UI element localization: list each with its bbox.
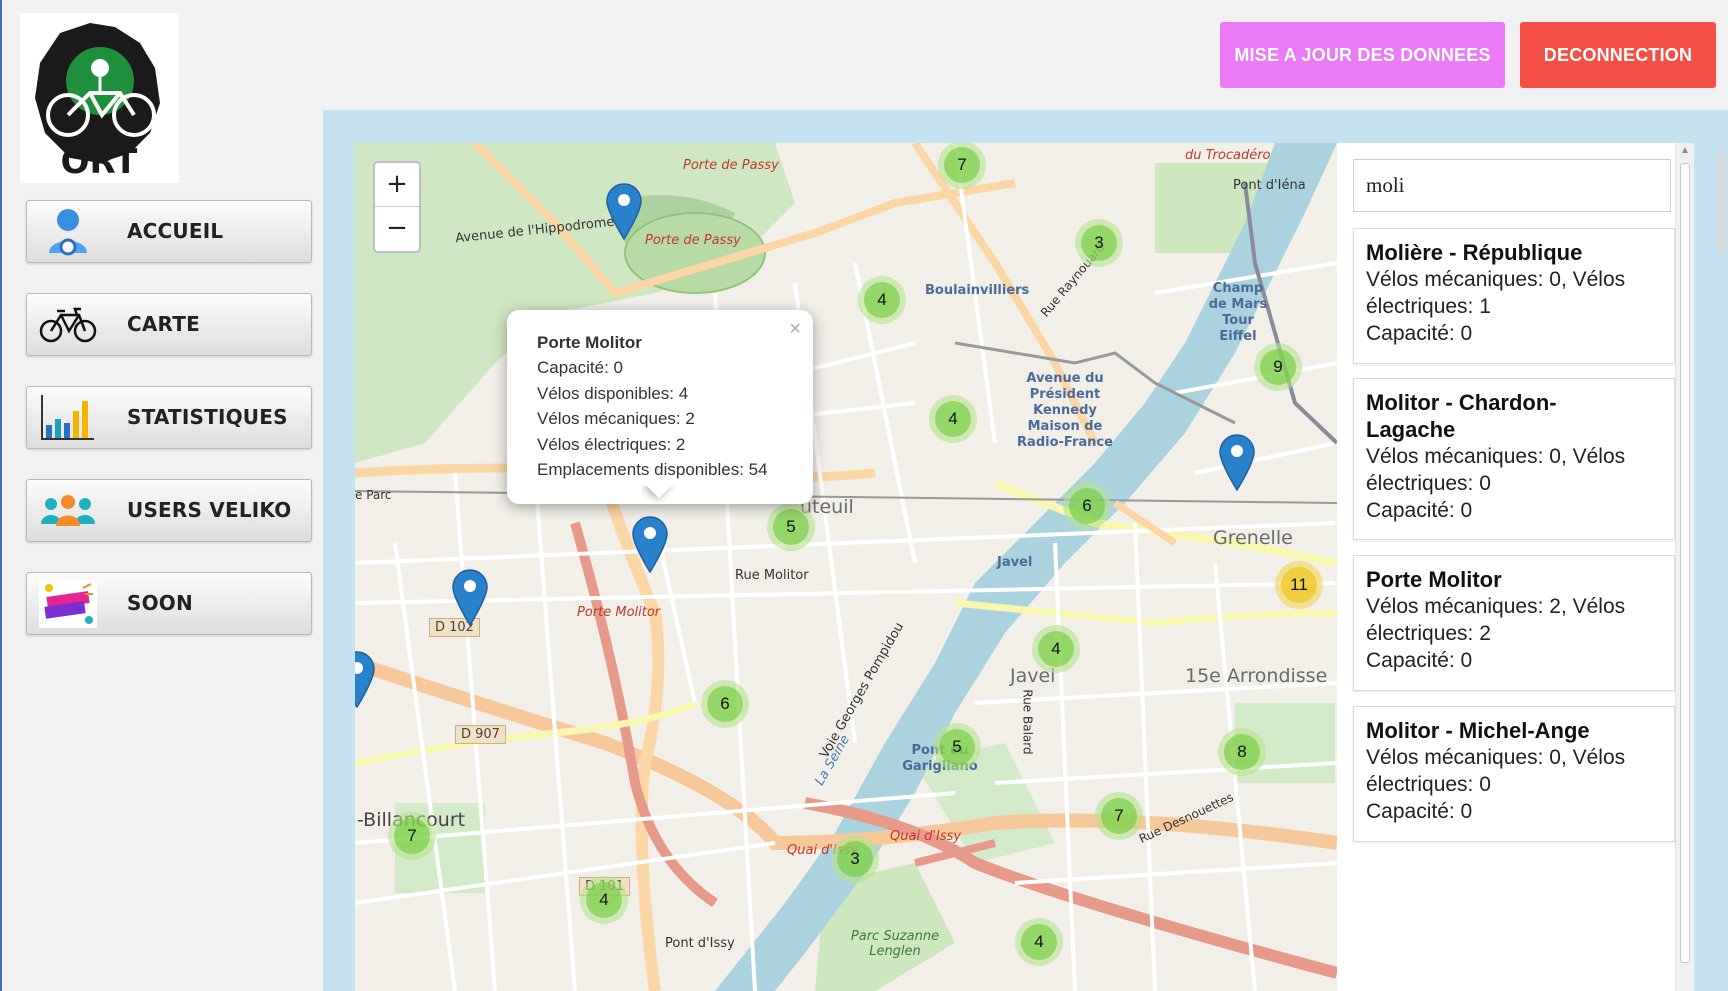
map-label: Avenue du Président Kennedy Maison de Ra… — [1017, 371, 1113, 450]
results-scrollbar[interactable]: ▲ — [1675, 143, 1694, 991]
map-cluster[interactable]: 3 — [1075, 219, 1123, 267]
map-label: e Parc — [355, 488, 392, 502]
map[interactable]: + − Porte de Passy Porte de Passy Avenue… — [355, 143, 1337, 991]
search-result-item[interactable]: Porte Molitor Vélos mécaniques: 2, Vélos… — [1353, 555, 1675, 691]
station-marker-selected[interactable] — [631, 515, 669, 573]
bar-chart-icon — [39, 393, 97, 443]
station-marker[interactable] — [355, 650, 376, 708]
map-label: Javel — [997, 555, 1033, 570]
nav-label: CARTE — [127, 312, 200, 336]
map-cluster[interactable]: 5 — [933, 723, 981, 771]
map-cluster[interactable]: 4 — [858, 276, 906, 324]
map-label: Rue Balard — [1020, 689, 1035, 755]
nav-statistiques-button[interactable]: STATISTIQUES — [26, 386, 312, 449]
ort-logo: ORT — [20, 13, 179, 183]
map-label: Parc Suzanne Lenglen — [850, 929, 940, 959]
zoom-out-button[interactable]: − — [375, 207, 419, 251]
nav-label: SOON — [127, 591, 193, 615]
popup-line: Emplacements disponibles: 54 — [537, 460, 768, 479]
search-result-item[interactable]: Molière - République Vélos mécaniques: 0… — [1353, 228, 1675, 364]
map-cluster[interactable]: 7 — [1095, 792, 1143, 840]
map-label: Quai d'Issy — [890, 829, 962, 844]
coming-soon-icon — [39, 579, 97, 629]
nav-label: USERS VELIKO — [127, 498, 292, 522]
logout-button[interactable]: DECONNECTION — [1520, 22, 1716, 88]
bicycle-icon — [39, 300, 97, 350]
popup-line: Vélos mécaniques: 2 — [537, 409, 695, 428]
map-cluster[interactable]: 3 — [831, 835, 879, 883]
search-result-item[interactable]: Molitor - Chardon- Lagache Vélos mécaniq… — [1353, 378, 1675, 540]
nav-label: ACCUEIL — [127, 219, 224, 243]
station-popup: × Porte Molitor Capacité: 0 Vélos dispon… — [507, 310, 813, 504]
map-cluster[interactable]: 8 — [1218, 728, 1266, 776]
map-label: Boulainvilliers — [925, 283, 1030, 298]
result-title: Porte Molitor — [1366, 567, 1502, 592]
popup-tip — [642, 486, 676, 520]
result-line: électriques: 2 — [1366, 622, 1491, 645]
map-cluster[interactable]: 4 — [1015, 918, 1063, 966]
map-cluster[interactable]: 4 — [1032, 625, 1080, 673]
result-line: Vélos mécaniques: 2, Vélos — [1366, 595, 1626, 618]
popup-line: Vélos disponibles: 4 — [537, 383, 689, 403]
result-title: Lagache — [1366, 417, 1456, 442]
nav-label: STATISTIQUES — [127, 405, 288, 429]
map-label: du Trocadéro — [1185, 148, 1271, 163]
zoom-control: + − — [373, 161, 421, 253]
map-cluster[interactable]: 7 — [388, 812, 436, 860]
result-title: Molitor - Chardon- — [1366, 390, 1557, 415]
map-label: Grenelle — [1213, 527, 1293, 549]
scrollbar-thumb[interactable] — [1680, 163, 1690, 963]
result-title: Molitor - Michel-Ange — [1366, 718, 1590, 743]
result-line: Vélos mécaniques: 0, Vélos — [1366, 746, 1626, 769]
search-panel: Molière - République Vélos mécaniques: 0… — [1337, 143, 1675, 991]
popup-line: Vélos électriques: 2 — [537, 434, 686, 454]
popup-line: Capacité: 0 — [537, 358, 623, 377]
map-cluster[interactable]: 6 — [701, 680, 749, 728]
map-cluster[interactable]: 11 — [1275, 561, 1323, 609]
scroll-up-icon[interactable]: ▲ — [1680, 145, 1690, 156]
zoom-in-button[interactable]: + — [375, 163, 419, 207]
road-shield: D 907 — [455, 725, 506, 744]
map-cluster[interactable]: 5 — [767, 503, 815, 551]
station-marker[interactable] — [451, 568, 489, 626]
users-group-icon — [39, 486, 97, 536]
svg-text:ORT: ORT — [61, 142, 139, 182]
nav-carte-button[interactable]: CARTE — [26, 293, 312, 356]
result-line: Capacité: 0 — [1366, 800, 1473, 823]
map-cluster[interactable]: 7 — [938, 143, 986, 189]
map-cluster[interactable]: 4 — [929, 395, 977, 443]
result-line: Capacité: 0 — [1366, 322, 1473, 345]
map-label: Porte Molitor — [577, 605, 661, 620]
map-label: Rue Molitor — [735, 568, 809, 583]
nav-soon-button[interactable]: SOON — [26, 572, 312, 635]
result-line: Capacité: 0 — [1366, 649, 1473, 672]
station-marker[interactable] — [605, 182, 643, 240]
search-input[interactable] — [1353, 159, 1671, 212]
map-label: 15e Arrondisse — [1185, 665, 1328, 687]
search-result-item[interactable]: Molitor - Michel-Ange Vélos mécaniques: … — [1353, 706, 1675, 842]
popup-close-button[interactable]: × — [789, 318, 801, 341]
map-label: Pont d'Iéna — [1233, 178, 1306, 193]
popup-title: Porte Molitor — [537, 333, 642, 352]
result-title: Molière - République — [1366, 240, 1583, 265]
map-label: Porte de Passy — [683, 158, 779, 173]
page-scrollbar[interactable] — [1718, 153, 1726, 253]
map-cluster[interactable]: 6 — [1063, 482, 1111, 530]
map-cluster[interactable]: 9 — [1254, 343, 1302, 391]
result-line: électriques: 0 — [1366, 472, 1491, 495]
result-line: électriques: 1 — [1366, 295, 1491, 318]
map-cluster[interactable]: 4 — [580, 876, 628, 924]
user-gear-icon — [39, 207, 97, 257]
result-line: électriques: 0 — [1366, 773, 1491, 796]
result-line: Vélos mécaniques: 0, Vélos — [1366, 445, 1626, 468]
map-label: Porte de Passy — [645, 233, 741, 248]
result-line: Capacité: 0 — [1366, 499, 1473, 522]
nav-accueil-button[interactable]: ACCUEIL — [26, 200, 312, 263]
nav-users-veliko-button[interactable]: USERS VELIKO — [26, 479, 312, 542]
station-marker[interactable] — [1218, 433, 1256, 491]
update-data-button[interactable]: MISE A JOUR DES DONNEES — [1220, 22, 1505, 88]
result-line: Vélos mécaniques: 0, Vélos — [1366, 268, 1626, 291]
map-label: Pont d'Issy — [665, 936, 735, 951]
map-label: Champ de Mars Tour Eiffel — [1208, 281, 1268, 344]
